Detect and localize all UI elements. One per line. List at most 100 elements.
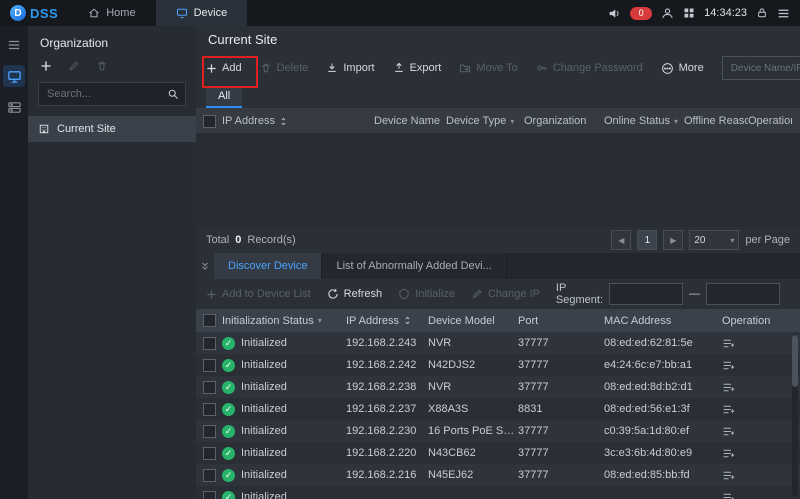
table-row[interactable]: ✓Initialized 192.168.2.243 NVR 37777 08:… [196, 332, 800, 354]
move-to-button-label: Move To [476, 62, 517, 74]
device-search-input[interactable] [729, 62, 800, 75]
add-to-list-icon[interactable] [722, 469, 735, 482]
table-row[interactable]: ✓Initialized 192.168.2.238 NVR 37777 08:… [196, 376, 800, 398]
search-icon[interactable] [167, 88, 179, 100]
page-number-button[interactable]: 1 [637, 230, 657, 250]
server-rail-icon[interactable] [3, 96, 25, 118]
add-to-list-icon[interactable] [722, 359, 735, 372]
tab-abnormally-added[interactable]: List of Abnormally Added Devi... [322, 253, 506, 279]
filter-caret-icon[interactable]: ▾ [674, 117, 678, 126]
select-all-checkbox[interactable] [203, 115, 216, 128]
scrollbar-track[interactable] [792, 334, 798, 496]
pagination-bar: Total 0 Record(s) ◀ 1 ▶ 20 ▾ per Page [196, 227, 800, 253]
table-row[interactable]: ✓Initialized 192.168.2.242 N42DJS2 37777… [196, 354, 800, 376]
total-suffix: Record(s) [247, 234, 295, 246]
add-button[interactable]: Add [206, 62, 242, 74]
status-text: Initialized [241, 381, 287, 393]
move-to-button[interactable]: Move To [459, 62, 517, 74]
export-button[interactable]: Export [393, 62, 442, 74]
delete-button[interactable]: Delete [260, 62, 309, 74]
apps-grid-icon[interactable] [683, 7, 695, 19]
user-icon[interactable] [661, 7, 674, 20]
select-all-checkbox[interactable] [203, 314, 216, 327]
col-device-name: Device Name [374, 115, 440, 127]
row-checkbox[interactable] [203, 403, 216, 416]
table-row[interactable]: ✓Initialized 192.168.2.237 X88A3S 8831 0… [196, 398, 800, 420]
change-ip-button[interactable]: Change IP [471, 288, 540, 300]
next-page-button[interactable]: ▶ [663, 230, 683, 250]
device-search-box [722, 56, 800, 80]
collapse-panel-icon[interactable] [196, 253, 214, 279]
port-cell: 37777 [518, 469, 604, 481]
total-label: Total [206, 234, 229, 246]
refresh-icon [327, 288, 339, 300]
row-checkbox[interactable] [203, 425, 216, 438]
initialize-icon [398, 288, 410, 300]
add-to-list-icon[interactable] [722, 491, 735, 499]
tab-device[interactable]: Device [156, 0, 248, 26]
lock-icon[interactable] [756, 7, 768, 19]
menu-icon[interactable] [777, 7, 790, 20]
org-search-box [38, 82, 186, 106]
tab-home[interactable]: Home [68, 0, 155, 26]
change-password-button[interactable]: Change Password [536, 62, 643, 74]
alarm-count-badge[interactable]: 0 [630, 7, 652, 20]
add-to-list-icon[interactable] [722, 403, 735, 416]
col-operation: Operation [722, 315, 770, 327]
add-to-device-list-button[interactable]: Add to Device List [206, 288, 311, 300]
page-title: Current Site [196, 26, 800, 52]
row-checkbox[interactable] [203, 469, 216, 482]
home-icon [88, 7, 100, 19]
row-checkbox[interactable] [203, 337, 216, 350]
ip-segment-end-input[interactable] [706, 283, 780, 305]
table-row[interactable]: ✓Initialized 192.168.2.230 16 Ports PoE … [196, 420, 800, 442]
filter-caret-icon[interactable]: ▾ [510, 117, 514, 126]
add-to-list-icon[interactable] [722, 425, 735, 438]
add-to-list-icon[interactable] [722, 447, 735, 460]
row-checkbox[interactable] [203, 359, 216, 372]
add-to-list-icon[interactable] [722, 381, 735, 394]
sort-icon[interactable] [403, 315, 412, 326]
import-button-label: Import [343, 62, 374, 74]
prev-page-button[interactable]: ◀ [611, 230, 631, 250]
row-checkbox[interactable] [203, 491, 216, 499]
table-row[interactable]: ✓Initialized [196, 486, 800, 499]
org-tree-item-current-site[interactable]: Current Site [28, 116, 196, 142]
refresh-button[interactable]: Refresh [327, 288, 383, 300]
device-manager-icon[interactable] [3, 65, 25, 87]
initialize-button[interactable]: Initialize [398, 288, 455, 300]
col-offline-reason: Offline Reason [684, 115, 748, 127]
filter-caret-icon[interactable]: ▾ [318, 316, 322, 325]
row-checkbox[interactable] [203, 447, 216, 460]
col-ip-address: IP Address [346, 315, 399, 327]
mac-cell: 08:ed:ed:8d:b2:d1 [604, 381, 722, 393]
scrollbar-thumb[interactable] [792, 335, 798, 387]
org-delete-icon[interactable] [96, 60, 108, 72]
add-button-label: Add [222, 62, 242, 74]
org-add-icon[interactable] [40, 60, 52, 72]
tab-all-devices[interactable]: All [206, 86, 242, 108]
ip-segment-start-input[interactable] [609, 283, 683, 305]
model-cell: X88A3S [428, 403, 518, 415]
speaker-icon[interactable] [608, 7, 621, 20]
sort-icon[interactable] [279, 116, 288, 127]
add-to-list-icon[interactable] [722, 337, 735, 350]
more-button[interactable]: More [661, 62, 704, 75]
initialized-check-icon: ✓ [222, 337, 235, 350]
model-cell: N43CB62 [428, 447, 518, 459]
import-button[interactable]: Import [326, 62, 374, 74]
discover-toolbar: Add to Device List Refresh Initialize Ch… [196, 279, 800, 309]
org-edit-icon[interactable] [68, 60, 80, 72]
row-checkbox[interactable] [203, 381, 216, 394]
main-content: Current Site Add Delete Import [196, 26, 800, 499]
tab-discover-device[interactable]: Discover Device [214, 253, 322, 279]
sidebar-menu-icon[interactable] [3, 34, 25, 56]
page-size-select[interactable]: 20 ▾ [689, 230, 739, 250]
table-row[interactable]: ✓Initialized 192.168.2.220 N43CB62 37777… [196, 442, 800, 464]
initialize-button-label: Initialize [415, 288, 455, 300]
port-cell: 37777 [518, 425, 604, 437]
ip-cell: 192.168.2.216 [346, 469, 428, 481]
table-row[interactable]: ✓Initialized 192.168.2.216 N45EJ62 37777… [196, 464, 800, 486]
org-search-input[interactable] [45, 87, 163, 101]
initialized-check-icon: ✓ [222, 381, 235, 394]
